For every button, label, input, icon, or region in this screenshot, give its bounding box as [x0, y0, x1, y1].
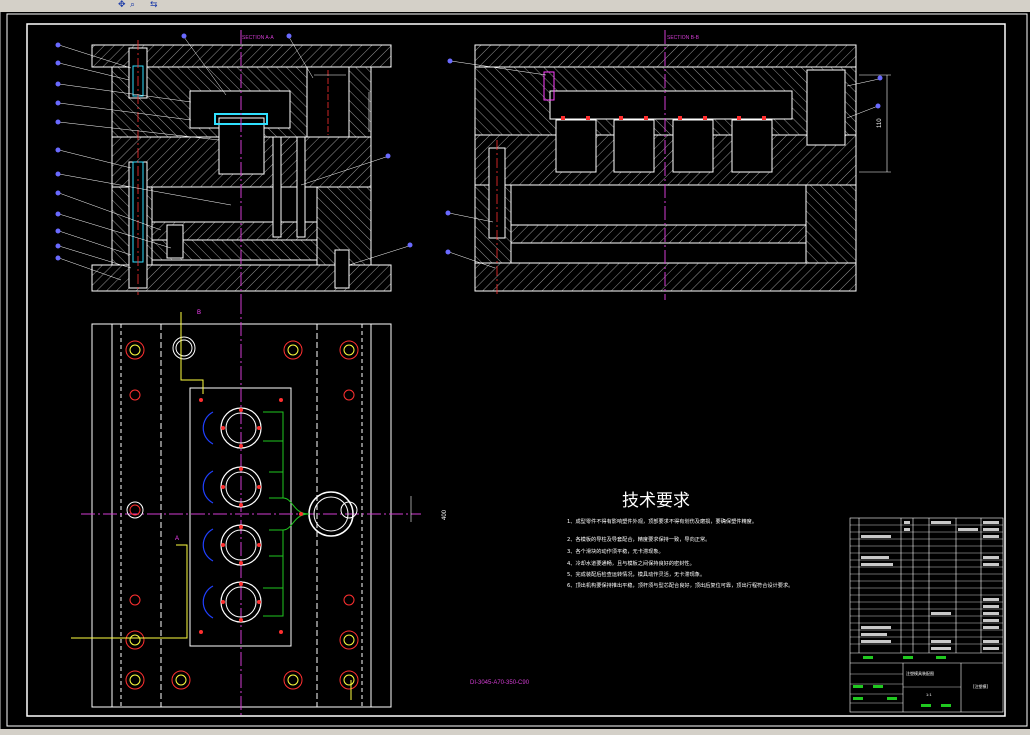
dim-110: 110: [877, 118, 883, 128]
marker-a: A: [175, 536, 179, 542]
drawing-sheet: SECTION A-A SECTION B-B 110 B A 400 技术要求…: [6, 13, 1028, 727]
dim-400: 400: [442, 509, 448, 520]
section-b-label: SECTION B-B: [667, 35, 700, 41]
pan-icon[interactable]: ✥: [118, 1, 126, 10]
status-bar: [0, 729, 1030, 735]
tech-item-2: 2、各模板的导柱及导套配合，精度要求保持一致，导向正常。: [567, 535, 710, 543]
tech-item-5: 5、完成装配后检查运转情况，模具动作灵活，无卡滞现象。: [567, 570, 705, 578]
tech-item-1: 1、成型零件不得有影响塑件外观，顶部要求不得有划伤及磨损，要确保塑件精度。: [567, 517, 757, 525]
title-scale: 1:1: [926, 692, 932, 697]
marker-b: B: [197, 310, 201, 316]
core-3: [672, 119, 714, 173]
section-a-label: SECTION A-A: [242, 35, 274, 41]
tech-item-4: 4、冷却水道要通畅，且与模板之间保持良好的密封性。: [567, 559, 695, 567]
tech-requirements-list: 1、成型零件不得有影响塑件外观，顶部要求不得有划伤及磨损，要确保塑件精度。 2、…: [567, 517, 793, 589]
section-a-view: SECTION A-A: [91, 30, 392, 300]
title-block: [849, 517, 1004, 713]
tech-item-6: 6、顶出机构要保持推出平稳，顶杆须与型芯配合良好，顶出后复位可靠，顶出行程符合设…: [567, 581, 793, 589]
title-drawing-name: 注塑模具装配图: [906, 670, 934, 676]
core-1: [555, 119, 597, 173]
title-company: [注塑模]: [973, 683, 989, 689]
arrow-icon[interactable]: ⇆: [150, 1, 158, 10]
cavities: [202, 407, 262, 623]
cad-canvas[interactable]: SECTION A-A SECTION B-B 110 B A 400 技术要求…: [0, 12, 1030, 735]
stop-pin: [334, 249, 350, 289]
return-pin: [166, 224, 184, 259]
leader-pin-bushing: [806, 69, 846, 146]
tech-item-3: 3、各个滑块的动作须平稳，无卡滞现象。: [567, 547, 664, 555]
section-b-view: SECTION B-B 110: [445, 30, 891, 300]
ejector-pin-2: [296, 136, 306, 238]
mold-spec: DI-3045-A70-350-C90: [470, 680, 530, 686]
core-4: [731, 119, 773, 173]
core-2: [613, 119, 655, 173]
bom-rows: [850, 524, 1003, 704]
zoom-icon[interactable]: ⌕: [130, 1, 135, 10]
bom-text-blocks: [861, 521, 999, 650]
tech-requirements-heading: 技术要求: [622, 491, 690, 511]
ejector-pin-1: [272, 136, 282, 238]
plan-view: B A 400: [71, 300, 448, 715]
